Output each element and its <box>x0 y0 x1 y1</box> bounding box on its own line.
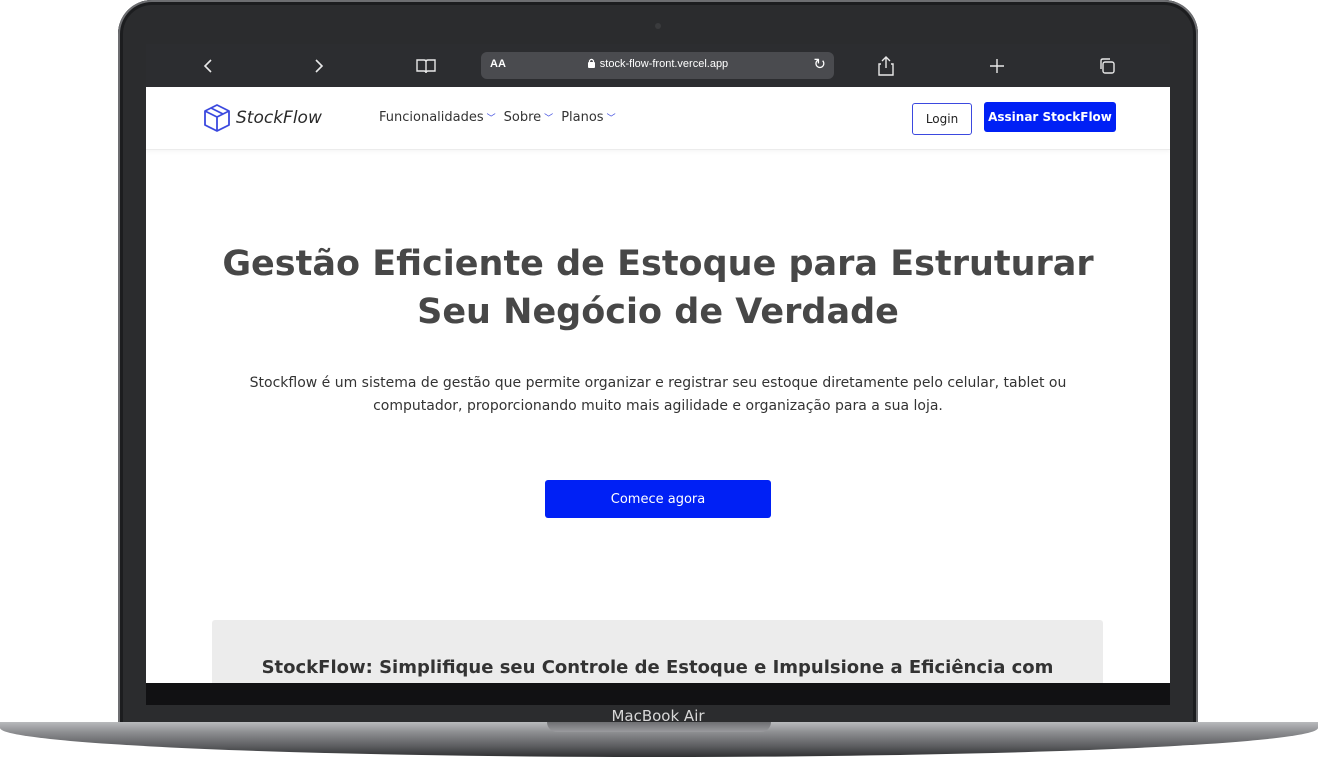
box-icon <box>204 104 230 132</box>
screen: AA stock-flow-front.vercel.app ↻ StockFl… <box>146 44 1170 683</box>
nav-item-label: Planos <box>561 110 604 125</box>
nav-item-funcionalidades[interactable]: Funcionalidades ﹀ <box>379 110 496 125</box>
chevron-down-icon: ﹀ <box>606 114 616 124</box>
url-value: stock-flow-front.vercel.app <box>599 58 729 70</box>
feature-card: StockFlow: Simplifique seu Controle de E… <box>212 620 1103 683</box>
tabs-icon[interactable] <box>1094 53 1120 79</box>
chevron-down-icon: ﹀ <box>544 114 554 124</box>
hero-title: Gestão Eficiente de Estoque para Estrutu… <box>222 244 1094 332</box>
chevron-right-icon[interactable] <box>306 53 332 79</box>
chevron-down-icon: ﹀ <box>486 114 496 124</box>
hero-description: Stockflow é um sistema de gestão que per… <box>249 375 1067 414</box>
plus-icon[interactable] <box>984 53 1010 79</box>
subscribe-button[interactable]: Assinar StockFlow <box>984 102 1116 132</box>
screen-bezel <box>146 683 1170 705</box>
brand-name: StockFlow <box>236 108 322 128</box>
feature-title: StockFlow: Simplifique seu Controle de E… <box>261 657 1054 678</box>
brand-logo[interactable]: StockFlow <box>202 103 322 133</box>
camera-icon <box>655 23 661 29</box>
reload-icon[interactable]: ↻ <box>813 55 826 73</box>
start-now-button[interactable]: Comece agora <box>545 480 771 518</box>
nav-item-label: Sobre <box>503 110 542 125</box>
address-bar[interactable]: AA stock-flow-front.vercel.app ↻ <box>481 52 834 79</box>
share-icon[interactable] <box>873 53 899 79</box>
lock-icon <box>587 58 595 68</box>
nav-item-sobre[interactable]: Sobre ﹀ <box>504 110 554 125</box>
nav-item-planos[interactable]: Planos ﹀ <box>561 110 615 125</box>
main-nav: Funcionalidades ﹀ Sobre ﹀ Planos ﹀ <box>379 110 616 125</box>
login-button[interactable]: Login <box>912 103 972 135</box>
book-icon[interactable] <box>413 53 439 79</box>
laptop-notch <box>547 722 771 732</box>
chevron-left-icon[interactable] <box>195 53 221 79</box>
url-text: stock-flow-front.vercel.app <box>481 58 834 70</box>
site-header: StockFlow Funcionalidades ﹀ Sobre ﹀ Plan… <box>146 87 1170 150</box>
browser-toolbar: AA stock-flow-front.vercel.app ↻ <box>146 44 1170 87</box>
nav-item-label: Funcionalidades <box>379 110 484 125</box>
